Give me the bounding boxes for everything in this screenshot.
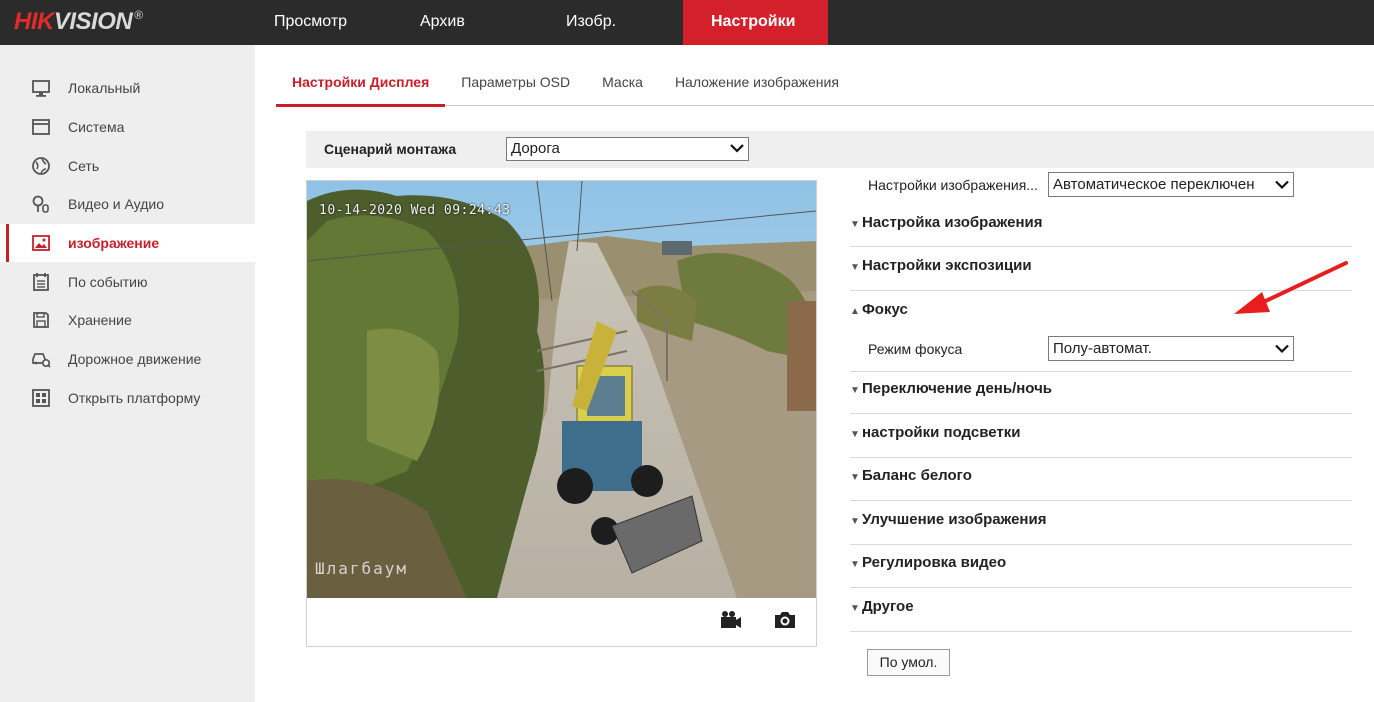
focus-mode-label: Режим фокуса <box>868 341 963 357</box>
image-settings-label: Настройки изображения... <box>868 177 1038 193</box>
nav-archive[interactable]: Архив <box>376 0 506 45</box>
top-bar: HIKVISION ® Просмотр Архив Изобр. Настрой… <box>0 0 1374 45</box>
section-title: настройки подсветки <box>862 424 1021 441</box>
chevron-down-icon: ▼ <box>850 219 860 230</box>
sidebar-item-image[interactable]: изображение <box>0 223 255 263</box>
image-settings-select-value: Автоматическое переключен <box>1053 176 1255 193</box>
chevron-down-icon: ▼ <box>850 262 860 273</box>
sidebar-item-label: Локальный <box>68 80 141 97</box>
monitor-icon <box>30 77 52 99</box>
section-image-adjust[interactable]: ▼ Настройка изображения <box>850 205 1352 247</box>
scenario-label: Сценарий монтажа <box>324 141 457 157</box>
section-title: Другое <box>862 598 914 615</box>
section-day-night[interactable]: ▼ Переключение день/ночь <box>850 372 1352 414</box>
record-video-icon[interactable] <box>719 609 743 631</box>
save-icon <box>30 309 52 331</box>
section-title: Баланс белого <box>862 467 972 484</box>
chevron-down-icon: ▼ <box>850 603 860 614</box>
car-search-icon <box>30 348 52 370</box>
top-nav: Просмотр Архив Изобр. Настройки <box>246 0 828 45</box>
sidebar-item-label: По событию <box>68 273 148 290</box>
default-button[interactable]: По умол. <box>867 649 950 676</box>
grid-icon <box>30 387 52 409</box>
hikvision-logo: HIKVISION ® <box>14 8 143 35</box>
focus-mode-select[interactable]: Полу-автомат. <box>1048 336 1294 361</box>
sidebar-item-system[interactable]: Система <box>0 108 255 147</box>
camera-mic-icon <box>30 193 52 215</box>
tab-overlay[interactable]: Наложение изображения <box>659 62 855 106</box>
section-title: Настройка изображения <box>862 214 1043 231</box>
section-title: Настройки экспозиции <box>862 257 1032 274</box>
section-backlight[interactable]: ▼ настройки подсветки <box>850 415 1352 458</box>
chevron-down-icon: ▼ <box>850 385 860 396</box>
section-title: Улучшение изображения <box>862 511 1047 528</box>
chevron-up-icon: ▲ <box>850 306 860 317</box>
chevron-down-icon <box>1275 173 1289 196</box>
live-view-panel: 10-14-2020 Wed 09:24:43 Шлагбаум <box>306 180 817 647</box>
tab-mask[interactable]: Маска <box>586 62 659 106</box>
tab-osd[interactable]: Параметры OSD <box>445 62 586 106</box>
chevron-down-icon <box>1275 337 1289 360</box>
scenario-select[interactable]: Дорога <box>506 137 749 161</box>
section-white-balance[interactable]: ▼ Баланс белого <box>850 459 1352 501</box>
sidebar-item-label: Хранение <box>68 312 132 329</box>
section-enhancement[interactable]: ▼ Улучшение изображения <box>850 502 1352 545</box>
sidebar-item-network[interactable]: Сеть <box>0 146 255 185</box>
section-video-adjust[interactable]: ▼ Регулировка видео <box>850 546 1352 588</box>
osd-camera-name: Шлагбаум <box>315 559 409 578</box>
image-icon <box>30 232 52 254</box>
chevron-down-icon <box>730 138 744 160</box>
sidebar-item-storage[interactable]: Хранение <box>0 301 255 340</box>
sidebar-item-traffic[interactable]: Дорожное движение <box>0 340 255 379</box>
sub-tabs: Настройки Дисплея Параметры OSD Маска На… <box>276 62 1374 107</box>
chevron-down-icon: ▼ <box>850 516 860 527</box>
section-title: Регулировка видео <box>862 554 1007 571</box>
section-title: Переключение день/ночь <box>862 380 1053 397</box>
chevron-down-icon: ▼ <box>850 429 860 440</box>
scenario-bar: Сценарий монтажа Дорога <box>306 131 1374 168</box>
snapshot-camera-icon[interactable] <box>773 609 797 631</box>
image-settings-select[interactable]: Автоматическое переключен <box>1048 172 1294 197</box>
osd-timestamp: 10-14-2020 Wed 09:24:43 <box>319 203 511 218</box>
live-video[interactable]: 10-14-2020 Wed 09:24:43 Шлагбаум <box>307 181 816 598</box>
sidebar-item-label: Открыть платформу <box>68 389 201 406</box>
system-icon <box>30 116 52 138</box>
chevron-down-icon: ▼ <box>850 472 860 483</box>
focus-mode-select-value: Полу-автомат. <box>1053 340 1152 357</box>
sidebar: Локальный Система Сеть Видео и Аудио изо… <box>0 45 255 702</box>
sidebar-item-label: Сеть <box>68 157 100 174</box>
sidebar-item-label: Дорожное движение <box>68 351 202 368</box>
calendar-icon <box>30 271 52 293</box>
globe-icon <box>30 155 52 177</box>
sidebar-item-local[interactable]: Локальный <box>0 69 255 108</box>
nav-settings[interactable]: Настройки <box>683 0 828 45</box>
tab-display-settings[interactable]: Настройки Дисплея <box>276 62 446 107</box>
sidebar-item-label: изображение <box>68 235 160 252</box>
sidebar-item-label: Видео и Аудио <box>68 196 164 213</box>
sidebar-item-event[interactable]: По событию <box>0 262 255 301</box>
scenario-select-value: Дорога <box>511 140 560 157</box>
nav-image[interactable]: Изобр. <box>506 0 650 45</box>
nav-preview[interactable]: Просмотр <box>246 0 376 45</box>
section-other[interactable]: ▼ Другое <box>850 589 1352 632</box>
section-title: Фокус <box>862 301 908 318</box>
section-exposure[interactable]: ▼ Настройки экспозиции <box>850 248 1352 291</box>
chevron-down-icon: ▼ <box>850 559 860 570</box>
sidebar-item-video-audio[interactable]: Видео и Аудио <box>0 185 255 224</box>
sidebar-item-label: Система <box>68 119 125 136</box>
sidebar-item-open-platform[interactable]: Открыть платформу <box>0 379 255 418</box>
